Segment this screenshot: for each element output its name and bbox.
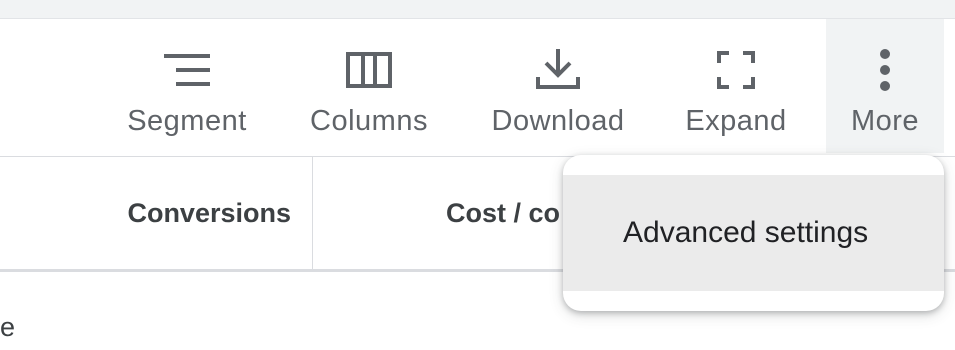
fullscreen-icon — [709, 43, 763, 97]
download-icon — [531, 43, 585, 97]
column-header-conversions[interactable]: Conversions — [4, 157, 291, 269]
more-button[interactable]: More — [826, 19, 944, 153]
segment-button[interactable]: Segment — [118, 19, 256, 153]
table-row-text: e — [0, 312, 16, 342]
column-header-cost-per-conversion[interactable]: Cost / co — [314, 157, 574, 269]
more-menu: Advanced settings — [563, 155, 944, 311]
download-button[interactable]: Download — [482, 19, 634, 153]
more-label: More — [850, 105, 920, 137]
view-column-icon — [342, 43, 396, 97]
columns-label: Columns — [310, 105, 428, 137]
expand-button[interactable]: Expand — [676, 19, 796, 153]
columns-button[interactable]: Columns — [298, 19, 440, 153]
more-vert-icon — [858, 43, 912, 97]
column-divider — [312, 157, 313, 269]
top-strip — [0, 0, 955, 19]
segment-icon — [160, 43, 214, 97]
report-view: Segment Columns Download Expand More Con… — [0, 0, 955, 350]
report-toolbar: Segment Columns Download Expand More — [0, 19, 955, 156]
download-label: Download — [491, 105, 625, 137]
segment-label: Segment — [127, 105, 247, 137]
expand-label: Expand — [685, 105, 787, 137]
menu-item-advanced-settings[interactable]: Advanced settings — [563, 175, 944, 291]
